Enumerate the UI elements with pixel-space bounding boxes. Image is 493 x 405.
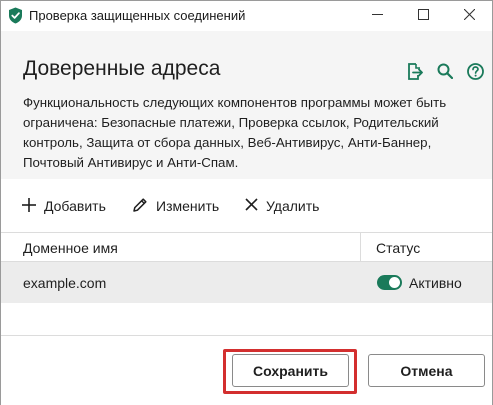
- x-icon: [245, 198, 258, 214]
- dialog-window: Проверка защищенных соединений Доверенны…: [0, 0, 493, 405]
- status-cell: Активно: [377, 262, 462, 303]
- header-actions: [405, 61, 485, 81]
- column-divider[interactable]: [360, 233, 361, 262]
- description-text: Функциональность следующих компонентов п…: [23, 95, 447, 170]
- edit-button-label: Изменить: [156, 198, 220, 214]
- toolbar: Добавить Изменить Удалить: [1, 191, 492, 221]
- plus-icon: [22, 197, 36, 215]
- close-icon: [463, 7, 475, 25]
- trusted-addresses-table: Доменное имя Статус example.com Активно: [1, 232, 492, 303]
- status-label: Активно: [409, 274, 462, 291]
- title-bar[interactable]: Проверка защищенных соединений: [1, 1, 492, 31]
- cancel-button[interactable]: Отмена: [368, 354, 485, 387]
- delete-button[interactable]: Удалить: [245, 191, 319, 221]
- close-button[interactable]: [446, 1, 492, 31]
- export-icon[interactable]: [405, 61, 425, 81]
- edit-button[interactable]: Изменить: [132, 191, 219, 221]
- domain-cell: example.com: [23, 274, 107, 291]
- help-icon[interactable]: [465, 61, 485, 81]
- add-button[interactable]: Добавить: [22, 191, 106, 221]
- page-title: Доверенные адреса: [23, 57, 221, 80]
- minimize-icon: [371, 7, 383, 25]
- kaspersky-shield-icon: [8, 7, 23, 24]
- minimize-button[interactable]: [354, 1, 400, 31]
- column-header-domain[interactable]: Доменное имя: [23, 233, 118, 262]
- save-button[interactable]: Сохранить: [232, 354, 349, 387]
- page-header: Доверенные адреса Функциональность следу…: [1, 31, 492, 179]
- toggle-knob: [389, 277, 400, 288]
- window-title: Проверка защищенных соединений: [29, 8, 246, 23]
- column-header-status[interactable]: Статус: [376, 233, 420, 262]
- search-icon[interactable]: [435, 61, 455, 81]
- maximize-button[interactable]: [400, 1, 446, 31]
- delete-button-label: Удалить: [266, 198, 320, 214]
- pencil-icon: [132, 197, 148, 216]
- maximize-icon: [417, 7, 429, 25]
- dialog-footer: Сохранить Отмена: [1, 335, 492, 405]
- table-header: Доменное имя Статус: [1, 232, 492, 262]
- add-button-label: Добавить: [44, 198, 106, 214]
- status-toggle[interactable]: [377, 275, 402, 290]
- table-row[interactable]: example.com Активно: [1, 262, 492, 303]
